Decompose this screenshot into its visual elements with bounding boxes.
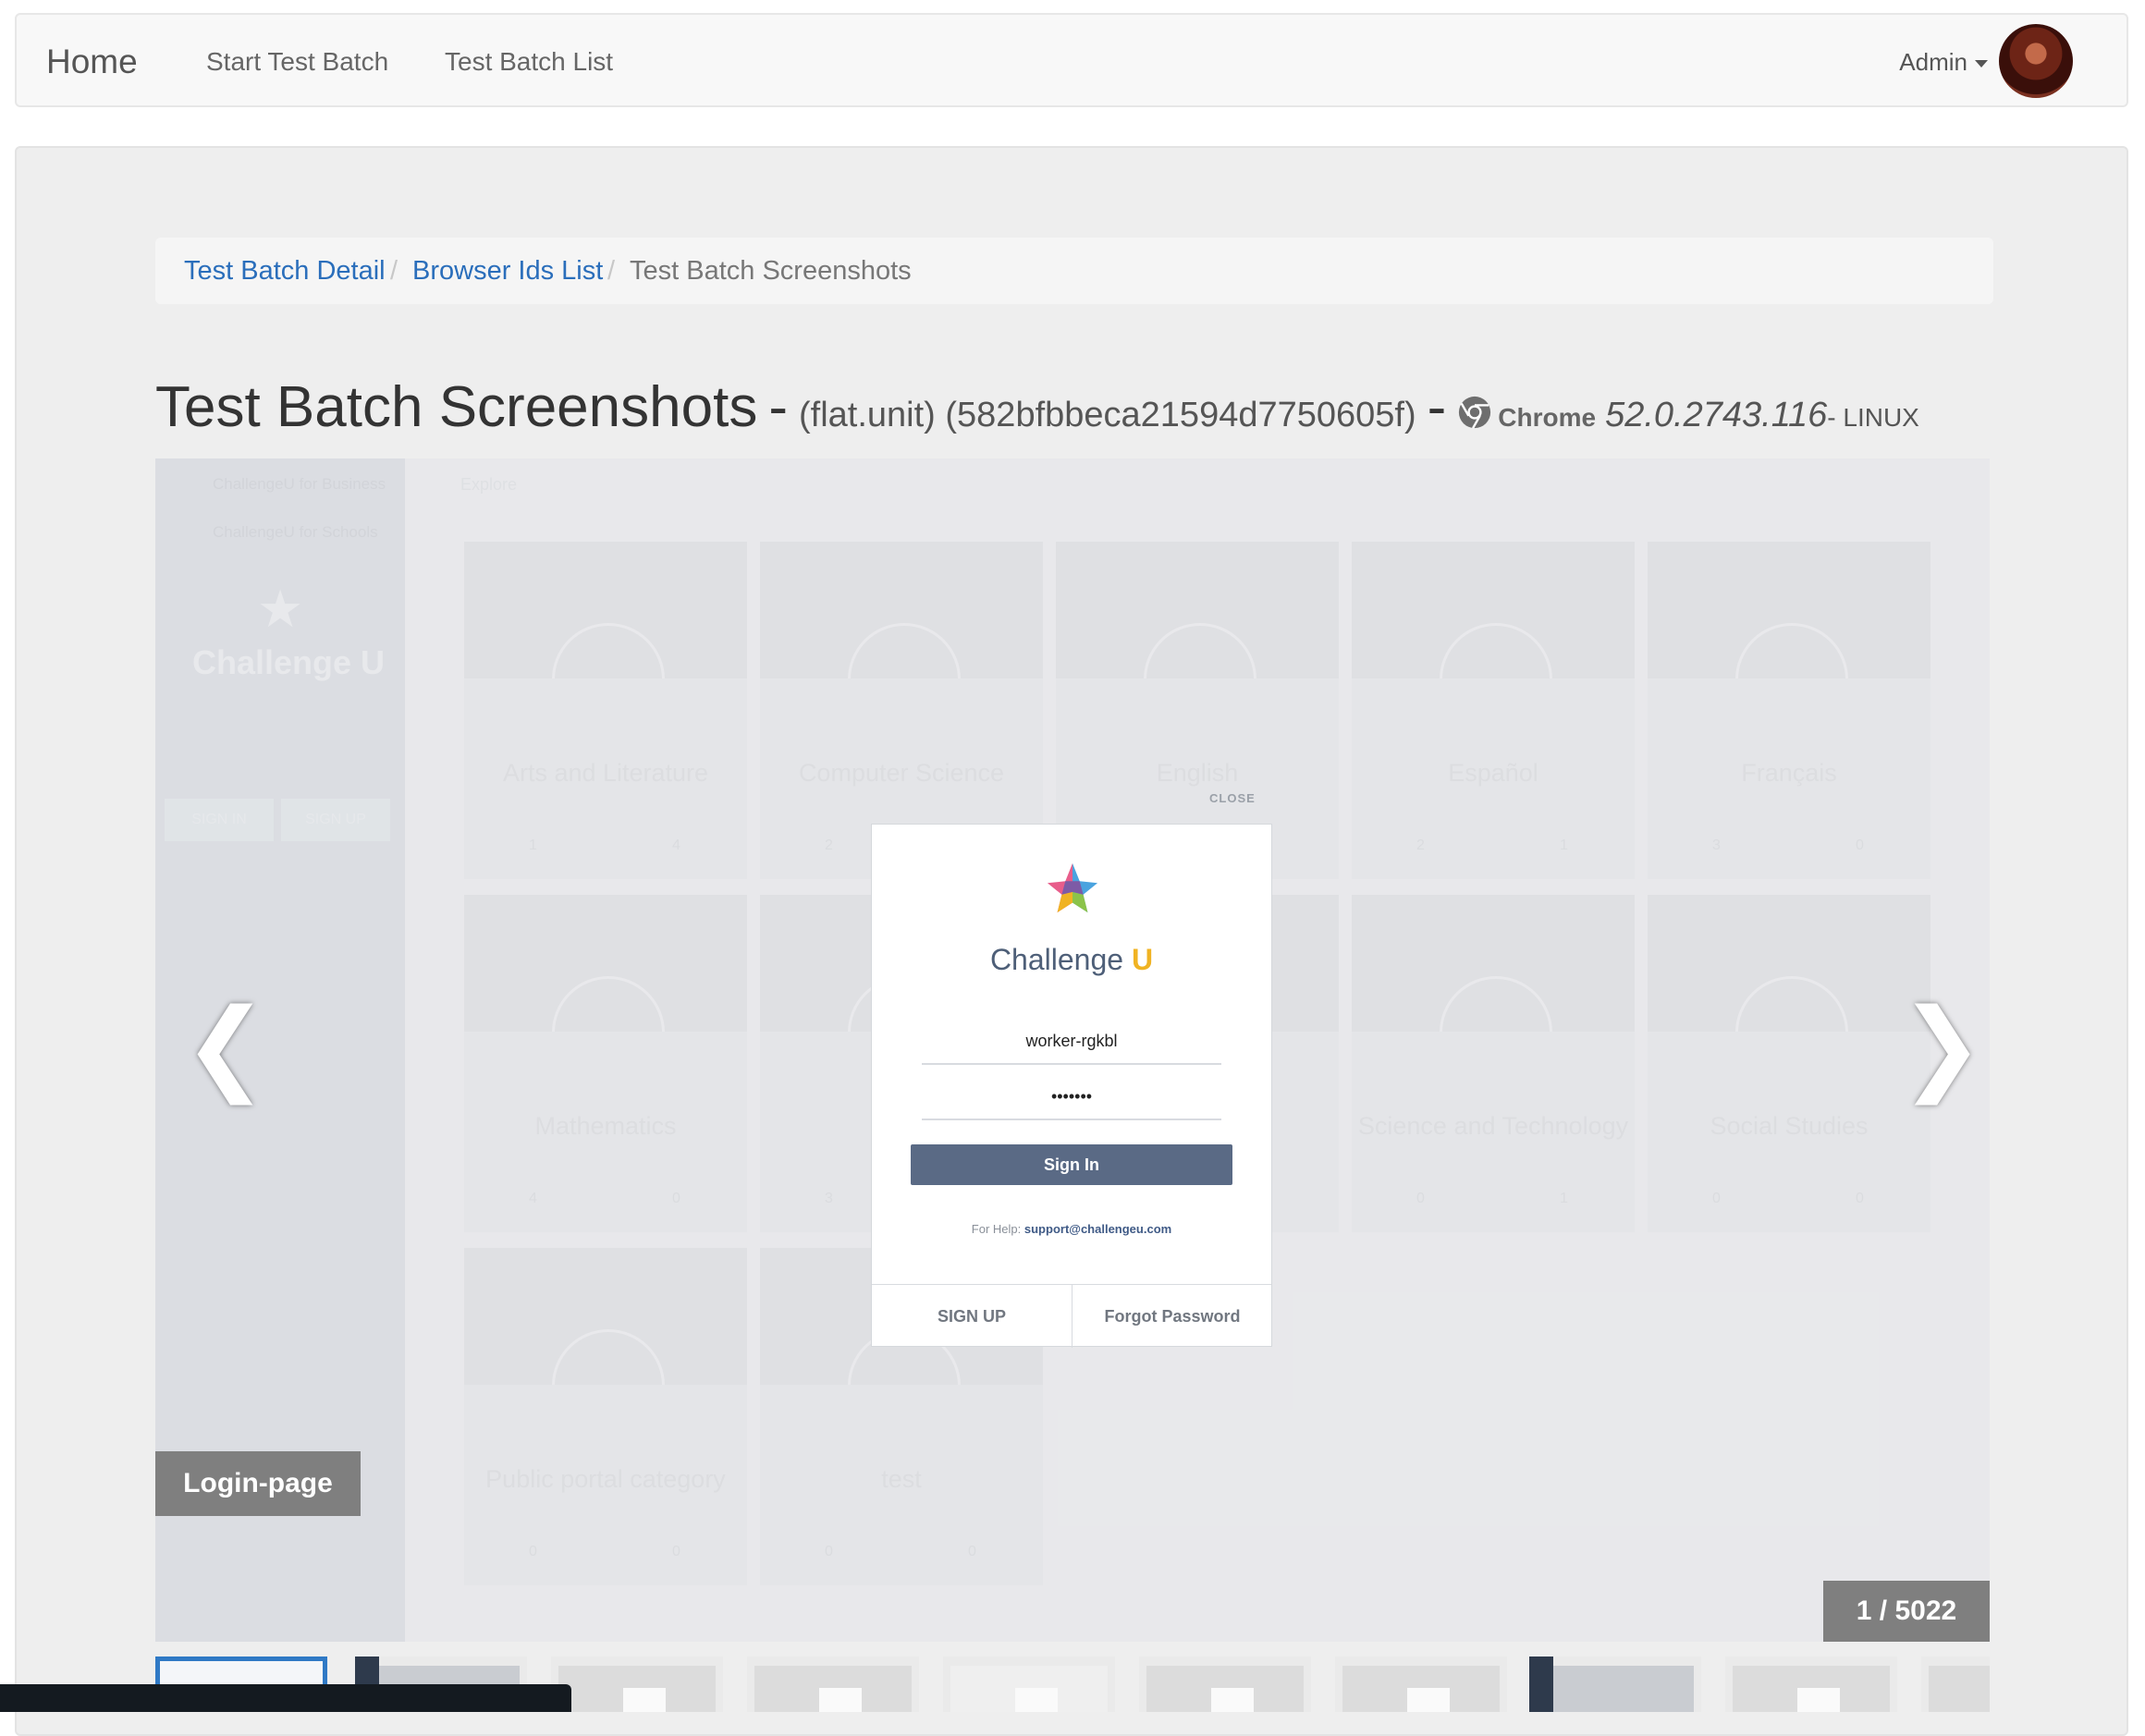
thumbnail[interactable] [1139, 1657, 1311, 1712]
breadcrumb-current: Test Batch Screenshots [630, 256, 912, 286]
page-title-main: Test Batch Screenshots [155, 375, 758, 439]
home-link[interactable]: Home [46, 43, 138, 81]
breadcrumb: Test Batch Detail / Browser Ids List / T… [155, 238, 1993, 304]
thumbnail[interactable] [1529, 1657, 1701, 1712]
browser-os: - LINUX [1827, 403, 1919, 432]
modal-footer: SIGN UP Forgot Password [872, 1284, 1271, 1348]
chrome-icon [1459, 396, 1491, 429]
password-field[interactable]: ••••••• [922, 1078, 1221, 1120]
breadcrumb-separator: / [390, 256, 398, 286]
sign-in-button[interactable]: Sign In [911, 1144, 1232, 1185]
modal-close-link[interactable]: CLOSE [1209, 791, 1256, 805]
thumbnail[interactable] [1335, 1657, 1507, 1712]
thumbnail[interactable] [747, 1657, 919, 1712]
username-field[interactable]: worker-rgkbl [922, 1022, 1221, 1065]
nav-start-test-batch[interactable]: Start Test Batch [206, 47, 388, 77]
title-dash: - [1427, 375, 1447, 439]
nav-test-batch-list[interactable]: Test Batch List [445, 47, 613, 77]
prev-arrow-icon[interactable]: ❮ [183, 995, 268, 1096]
breadcrumb-test-batch-detail[interactable]: Test Batch Detail [184, 238, 386, 304]
page-title: Test Batch Screenshots - (flat.unit) (582b… [155, 374, 1919, 440]
thumbnail[interactable] [943, 1657, 1115, 1712]
login-modal: Challenge U worker-rgkbl ••••••• Sign In… [871, 824, 1272, 1348]
thumbnail[interactable] [551, 1657, 723, 1712]
sign-up-button[interactable]: SIGN UP [872, 1285, 1072, 1348]
thumbnail[interactable] [1725, 1657, 1897, 1712]
forgot-password-button[interactable]: Forgot Password [1072, 1285, 1272, 1348]
breadcrumb-browser-ids-list[interactable]: Browser Ids List [412, 238, 603, 304]
project-id: (flat.unit) (582bfbbeca21594d7750605f) [799, 396, 1416, 434]
challengeu-logo: Challenge U [989, 943, 1154, 976]
chevron-down-icon [1975, 60, 1988, 68]
thumbnail[interactable] [1921, 1657, 1990, 1712]
title-dash: - [768, 375, 788, 439]
help-text: For Help: support@challengeu.com [971, 1222, 1172, 1236]
browser-name: Chrome [1498, 403, 1597, 432]
admin-menu-toggle[interactable]: Admin [1899, 48, 1988, 77]
next-arrow-icon[interactable]: ❯ [1899, 995, 1984, 1096]
screenshot-caption: Login-page [155, 1451, 361, 1516]
breadcrumb-separator: / [607, 256, 616, 286]
bottom-overlay-bar [0, 1684, 571, 1712]
star-logo-icon [1047, 862, 1098, 913]
avatar[interactable] [1999, 24, 2073, 98]
admin-label: Admin [1899, 48, 1967, 76]
top-navbar: Home Start Test Batch Test Batch List Ad… [15, 13, 2128, 107]
screenshot-viewer[interactable]: ChallengeU for Business ChallengeU for S… [155, 458, 1990, 1642]
browser-version: 52.0.2743.116 [1605, 396, 1828, 434]
slide-counter: 1 / 5022 [1823, 1581, 1990, 1642]
help-email-link[interactable]: support@challengeu.com [1024, 1222, 1171, 1236]
